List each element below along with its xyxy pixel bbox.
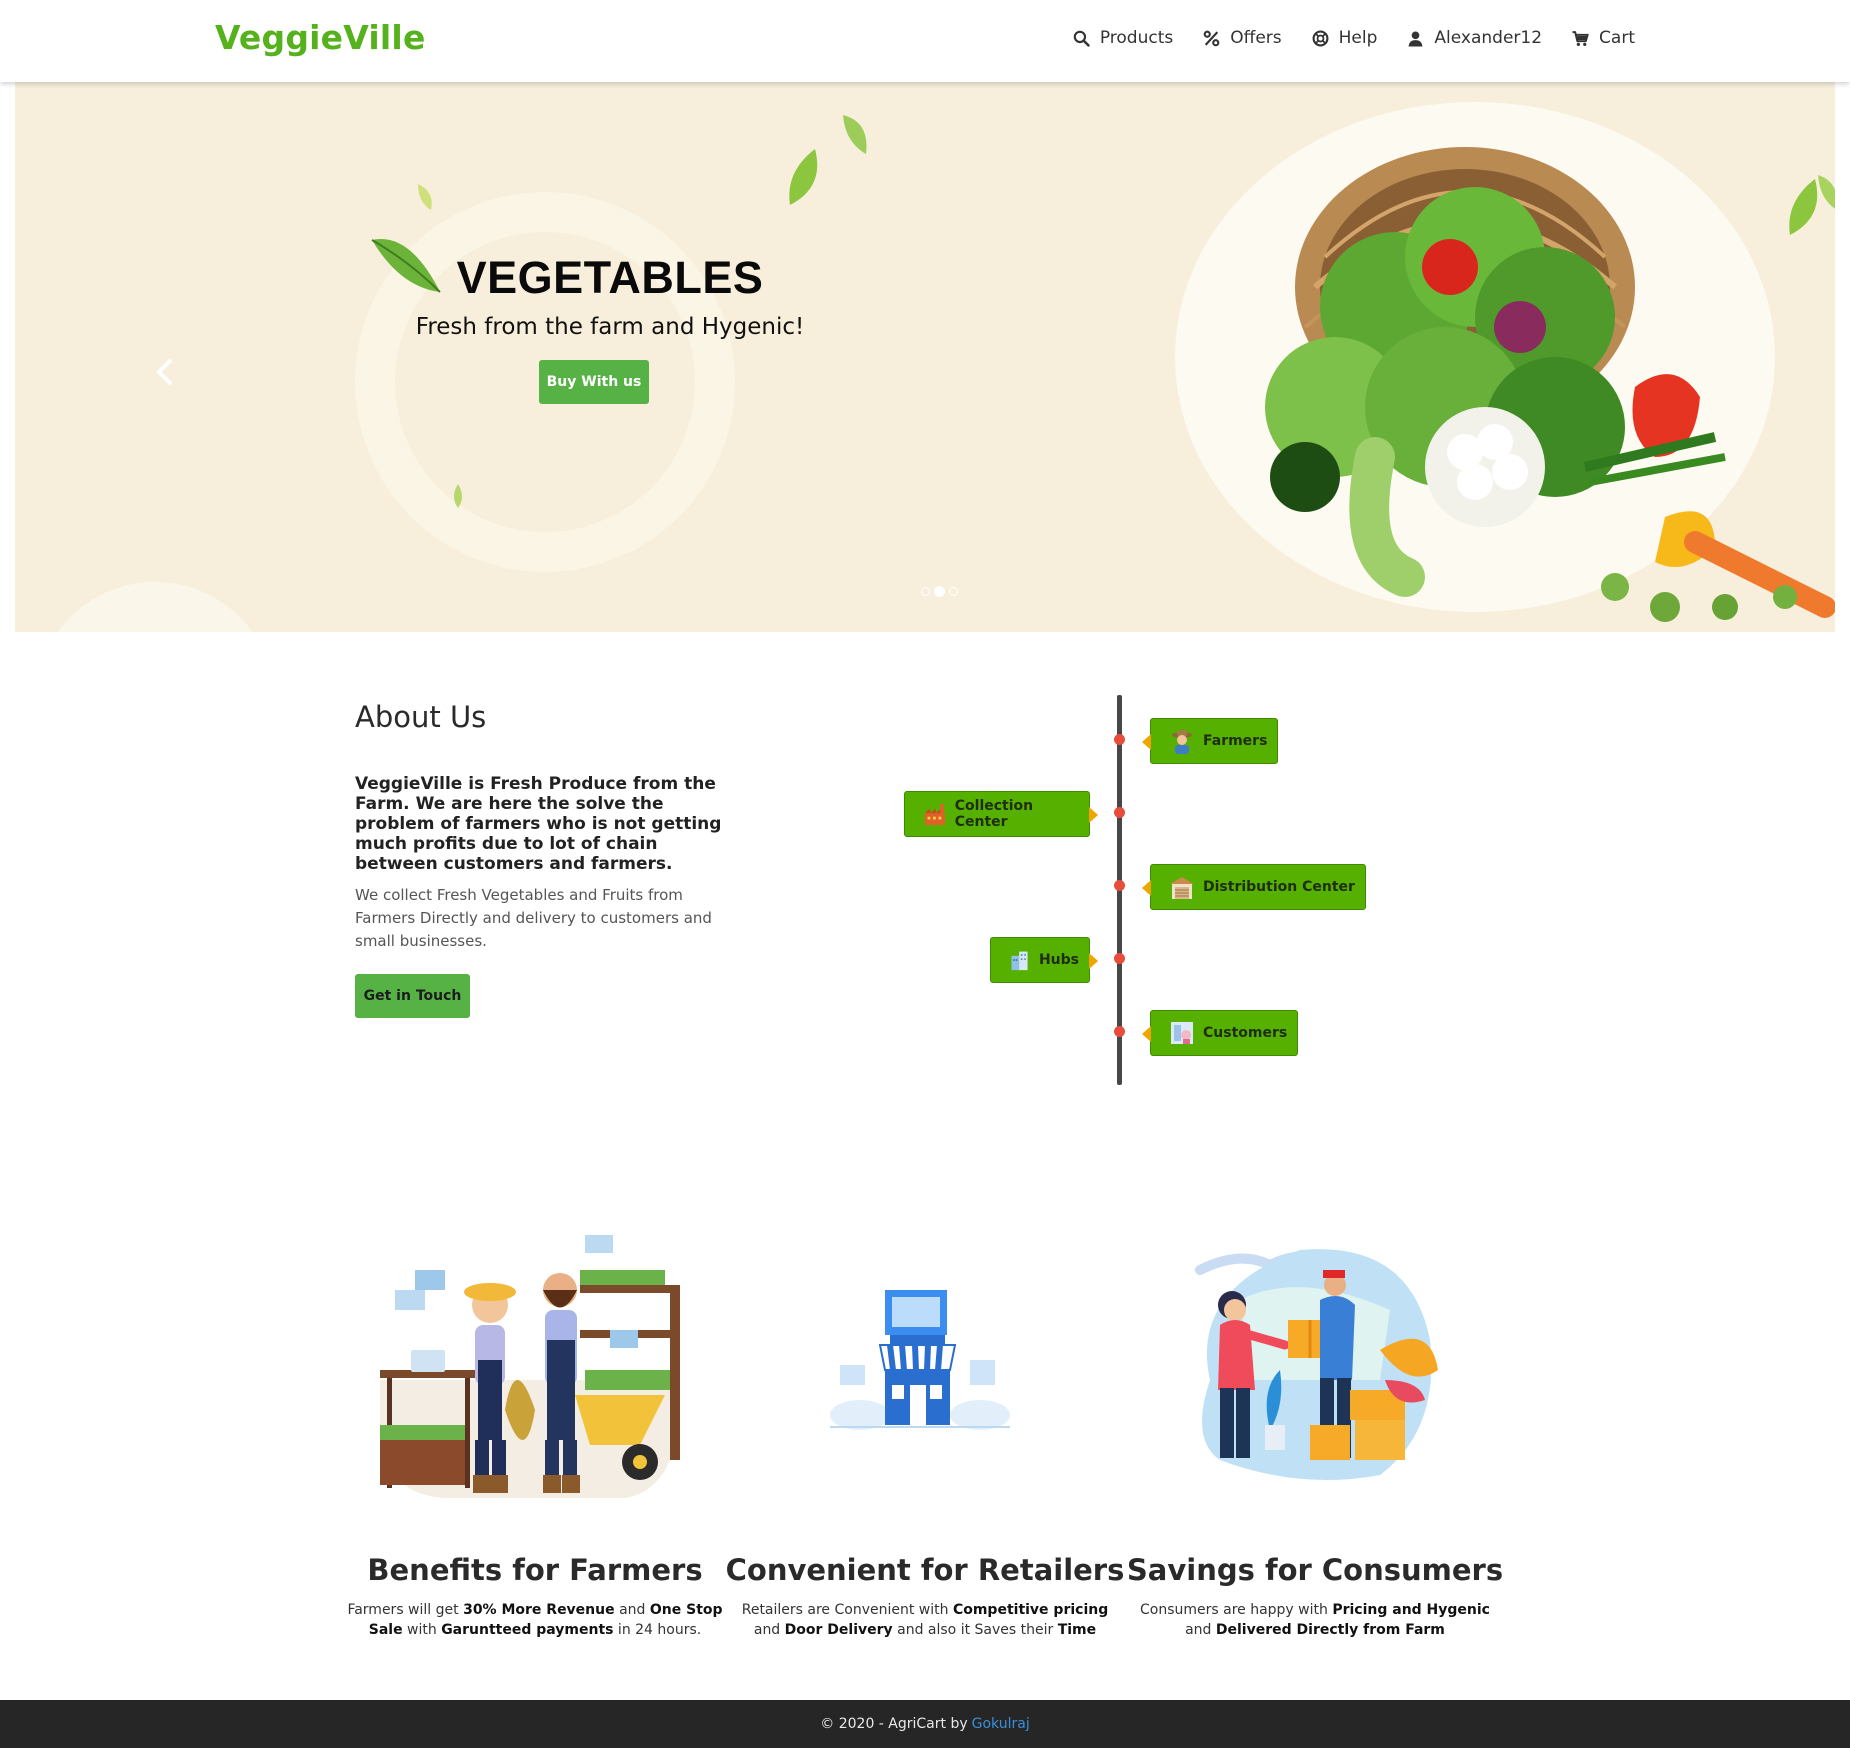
hero-title: VEGETABLES <box>456 252 764 303</box>
brand-logo[interactable]: VeggieVille <box>215 18 426 57</box>
hero-decor-circle <box>35 582 275 632</box>
timeline-step-collection-center: Collection Center <box>904 791 1098 837</box>
timeline-dot <box>1114 953 1125 964</box>
feature-highlight: Competitive pricing <box>952 1602 1109 1618</box>
feature-text-consumers: Consumers are happy with Pricing and Hyg… <box>1125 1600 1505 1640</box>
timeline-dot <box>1114 807 1125 818</box>
carousel-dot[interactable] <box>934 586 945 597</box>
feature-highlight: Delivered Directly from Farm <box>1215 1622 1445 1638</box>
lifebuoy-icon <box>1312 30 1329 46</box>
hero-carousel: VEGETABLES Fresh from the farm and Hygen… <box>15 82 1835 632</box>
carousel-dot[interactable] <box>949 587 958 596</box>
timeline-step-farmers: Farmers <box>1141 718 1279 764</box>
leaf-icon <box>454 484 462 508</box>
timeline-step-customers: Customers <box>1141 1010 1299 1056</box>
feature-text-run: and <box>1185 1622 1216 1638</box>
carousel-prev-button[interactable] <box>145 352 185 392</box>
feature-text-run: in 24 hours. <box>613 1622 702 1638</box>
leaf-icon <box>843 115 867 154</box>
feature-title-consumers: Savings for Consumers <box>1126 1553 1504 1587</box>
get-in-touch-button[interactable]: Get in Touch <box>355 974 470 1018</box>
nav-products-label: Products <box>1099 28 1174 48</box>
retailers-illustration <box>830 1290 1010 1430</box>
feature-highlight: Door Delivery <box>784 1622 893 1638</box>
buy-with-us-button[interactable]: Buy With us <box>539 360 649 404</box>
feature-text-run: Retailers are Convenient with <box>741 1602 953 1618</box>
feature-text-run: with <box>402 1622 442 1638</box>
nav-cart[interactable]: Cart <box>1572 28 1635 48</box>
percent-icon <box>1203 30 1220 46</box>
feature-text-run: and also it Saves their <box>892 1622 1058 1638</box>
footer: © 2020 - AgriCart by Gokulraj <box>0 1700 1850 1748</box>
about-text: We collect Fresh Vegetables and Fruits f… <box>355 886 712 950</box>
feature-highlight: 30% More Revenue <box>463 1602 615 1618</box>
timeline-step-label: Distribution Center <box>1203 879 1355 895</box>
feature-title-retailers: Convenient for Retailers <box>725 1553 1125 1587</box>
customer-icon <box>1171 1022 1193 1044</box>
nav-account-label: Alexander12 <box>1434 28 1543 48</box>
footer-author-link[interactable]: Gokulraj <box>972 1716 1030 1732</box>
timeline-dot <box>1114 734 1125 745</box>
carousel-indicators <box>921 586 958 597</box>
nav-help-label: Help <box>1338 28 1378 48</box>
nav-offers-label: Offers <box>1230 28 1282 48</box>
nav-offers[interactable]: Offers <box>1203 28 1282 48</box>
farmer-icon <box>1172 730 1192 754</box>
feature-text-retailers: Retailers are Convenient with Competitiv… <box>735 1600 1115 1640</box>
timeline-step-hubs: Hubs <box>990 937 1098 983</box>
nav-account[interactable]: Alexander12 <box>1407 28 1542 48</box>
feature-title-farmers: Benefits for Farmers <box>367 1553 703 1587</box>
cart-icon <box>1572 30 1589 46</box>
timeline-step-label: Farmers <box>1203 733 1268 749</box>
feature-highlight: Time <box>1057 1622 1097 1638</box>
feature-text-run: Consumers are happy with <box>1139 1602 1333 1618</box>
timeline-dot <box>1114 1026 1125 1037</box>
buildings-icon <box>1011 951 1028 971</box>
feature-highlight: Pricing and Hygenic <box>1332 1602 1490 1618</box>
farmers-illustration <box>380 1235 680 1499</box>
factory-icon <box>924 803 945 825</box>
feature-text-run: and <box>614 1602 650 1618</box>
nav-cart-label: Cart <box>1599 28 1635 48</box>
timeline-step-distribution-center: Distribution Center <box>1142 864 1366 910</box>
footer-copyright: © 2020 - AgriCart by <box>820 1716 968 1732</box>
nav-help[interactable]: Help <box>1312 28 1378 48</box>
timeline-dot <box>1114 880 1125 891</box>
feature-text-run: and <box>753 1622 785 1638</box>
navbar: VeggieVille Products Offers Help Alexand… <box>0 0 1850 82</box>
user-icon <box>1409 30 1423 46</box>
consumers-illustration <box>1195 1249 1438 1480</box>
leaf-icon <box>418 184 432 210</box>
about-title: About Us <box>355 700 487 734</box>
carousel-dot[interactable] <box>921 587 930 596</box>
feature-text-farmers: Farmers will get 30% More Revenue and On… <box>345 1600 725 1640</box>
warehouse-icon <box>1170 877 1194 899</box>
feature-text-run: Farmers will get <box>347 1602 464 1618</box>
hero-subtitle: Fresh from the farm and Hygenic! <box>415 314 805 340</box>
about-lead: VeggieVille is Fresh Produce from the Fa… <box>355 774 722 874</box>
leaf-icon <box>789 149 818 205</box>
nav-menu: Products Offers Help Alexander12 Cart <box>1073 28 1635 48</box>
timeline-step-label: Customers <box>1203 1025 1288 1041</box>
chevron-left-icon <box>156 358 173 386</box>
nav-products[interactable]: Products <box>1073 28 1173 48</box>
timeline-step-label: Hubs <box>1038 952 1079 968</box>
feature-highlight: Garuntteed payments <box>441 1622 614 1638</box>
vegetable-basket-image <box>1265 147 1835 622</box>
search-icon <box>1073 30 1090 47</box>
timeline-step-label: Collection Center <box>954 798 1034 830</box>
